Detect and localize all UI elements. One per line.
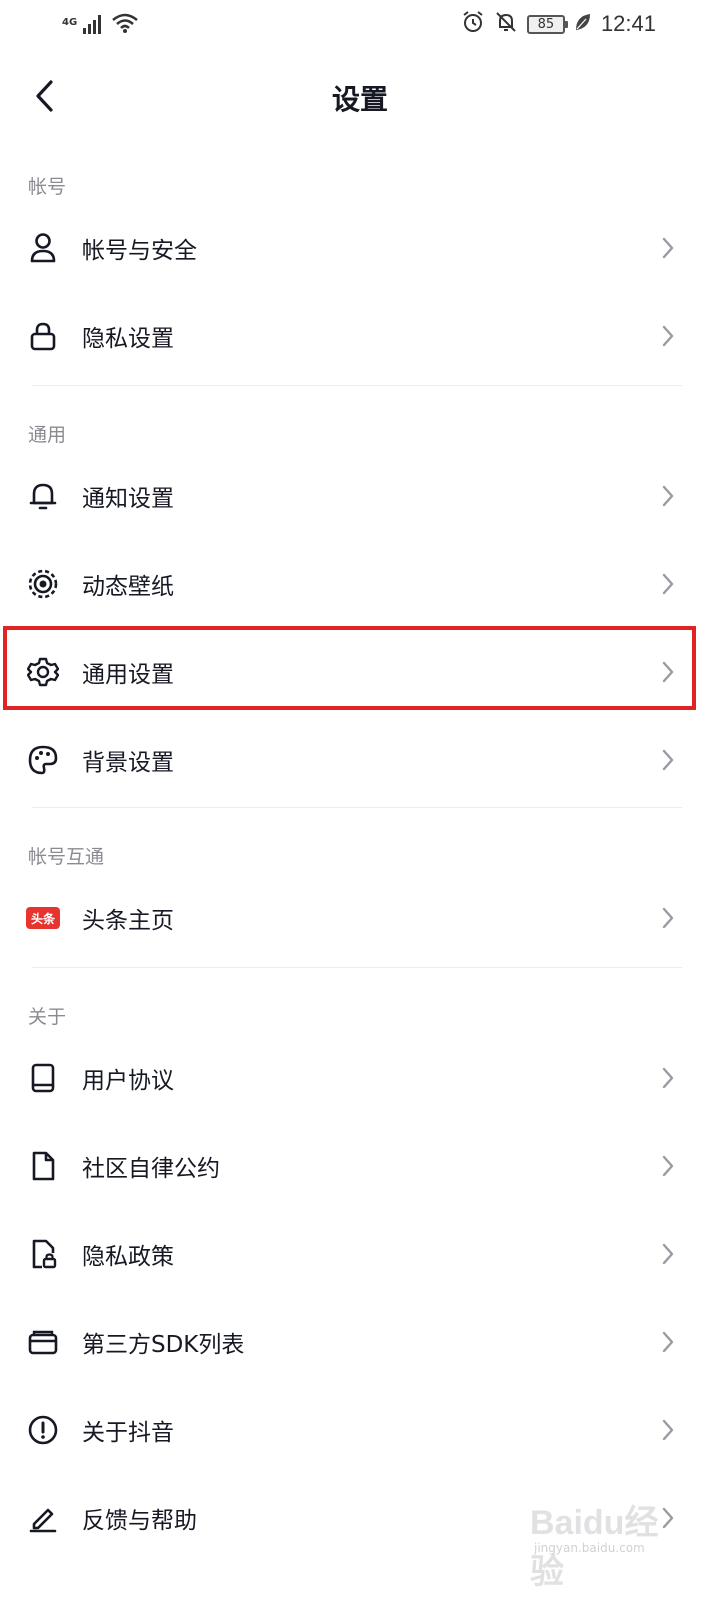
leaf-icon (574, 12, 592, 36)
settings-item-account-security[interactable]: 帐号与安全 (0, 204, 720, 292)
settings-item-label: 头条主页 (82, 908, 174, 934)
toutiao-badge: 头条 (26, 907, 60, 929)
settings-item-label: 通知设置 (82, 486, 174, 512)
status-time: 12:41 (600, 11, 656, 36)
chevron-right-icon (660, 748, 676, 772)
edit-icon (26, 1501, 60, 1535)
settings-item-notifications[interactable]: 通知设置 (0, 452, 720, 540)
chevron-right-icon (660, 1242, 676, 1266)
settings-item-label: 反馈与帮助 (82, 1508, 197, 1534)
chevron-right-icon (660, 1066, 676, 1090)
mute-bell-icon (494, 10, 518, 38)
bell-icon (26, 479, 60, 513)
settings-item-privacy[interactable]: 隐私设置 (0, 292, 720, 380)
settings-item-label: 帐号与安全 (82, 238, 197, 264)
baidu-watermark: Baidu经验 jingyan.baidu.com (530, 1495, 680, 1591)
settings-item-background[interactable]: 背景设置 (0, 716, 720, 804)
settings-item-privacy-policy[interactable]: 隐私政策 (0, 1210, 720, 1298)
chevron-right-icon (660, 484, 676, 508)
chevron-right-icon (660, 572, 676, 596)
settings-item-label: 第三方SDK列表 (82, 1332, 245, 1358)
settings-item-user-agreement[interactable]: 用户协议 (0, 1034, 720, 1122)
lock-icon (26, 319, 60, 353)
chevron-right-icon (660, 1418, 676, 1442)
settings-item-community-guidelines[interactable]: 社区自律公约 (0, 1122, 720, 1210)
info-icon (26, 1413, 60, 1447)
settings-item-third-party-sdk[interactable]: 第三方SDK列表 (0, 1298, 720, 1386)
settings-item-live-wallpaper[interactable]: 动态壁纸 (0, 540, 720, 628)
watermark-url: jingyan.baidu.com (534, 1541, 645, 1555)
alarm-icon (461, 10, 485, 38)
section-divider (32, 807, 682, 808)
user-icon (26, 231, 60, 265)
settings-item-label: 隐私设置 (82, 326, 174, 352)
settings-item-label: 背景设置 (82, 750, 174, 776)
battery-indicator: 85 (526, 14, 568, 34)
wallpaper-icon (26, 567, 60, 601)
section-header-account: 帐号 (28, 176, 67, 198)
highlight-annotation (3, 626, 696, 710)
nav-bar: 设置 (0, 52, 720, 140)
wifi-icon (111, 12, 139, 38)
status-right: 85 12:41 (461, 10, 656, 38)
status-bar: 4G 85 12:41 (0, 0, 720, 52)
book-icon (26, 1061, 60, 1095)
section-header-general: 通用 (28, 424, 67, 446)
section-divider (32, 385, 682, 386)
section-header-about: 关于 (28, 1006, 67, 1028)
status-left: 4G (62, 12, 139, 38)
section-header-account-link: 帐号互通 (28, 846, 105, 868)
settings-item-label: 用户协议 (82, 1068, 174, 1094)
palette-icon (26, 743, 60, 777)
settings-item-label: 隐私政策 (82, 1244, 174, 1270)
page-title: 设置 (331, 83, 388, 116)
toutiao-icon: 头条 (26, 901, 60, 935)
chevron-right-icon (660, 324, 676, 348)
chevron-right-icon (660, 1330, 676, 1354)
chevron-right-icon (660, 236, 676, 260)
chevron-right-icon (660, 906, 676, 930)
chevron-right-icon (660, 1154, 676, 1178)
settings-item-label: 动态壁纸 (82, 574, 174, 600)
signal-icon (83, 14, 105, 38)
settings-item-label: 关于抖音 (82, 1420, 174, 1446)
document-icon (26, 1149, 60, 1183)
network-type: 4G (62, 17, 78, 28)
settings-item-about-douyin[interactable]: 关于抖音 (0, 1386, 720, 1474)
settings-item-toutiao-home[interactable]: 头条 头条主页 (0, 874, 720, 962)
section-divider (32, 967, 682, 968)
wallet-icon (26, 1325, 60, 1359)
settings-item-label: 社区自律公约 (82, 1156, 220, 1182)
privacy-doc-icon (26, 1237, 60, 1271)
